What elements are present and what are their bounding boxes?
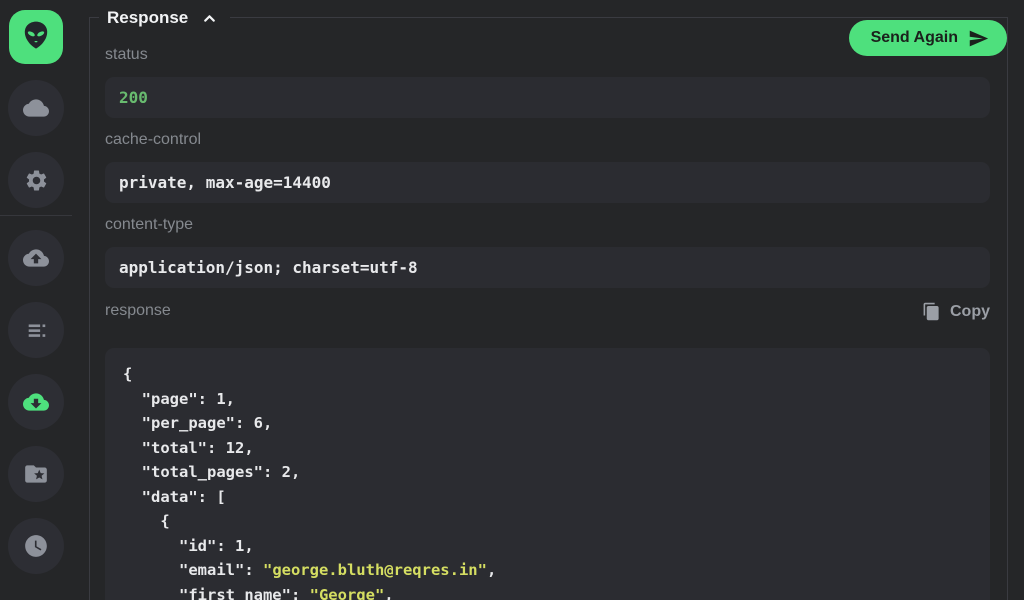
sidebar-item-requests[interactable]: [8, 302, 64, 358]
send-again-label: Send Again: [871, 29, 958, 47]
chevron-up-icon: [201, 10, 218, 27]
sidebar-item-upload[interactable]: [8, 230, 64, 286]
cache-control-value-field[interactable]: private, max-age=14400: [105, 162, 990, 203]
cloud-upload-icon: [23, 245, 49, 271]
clock-icon: [23, 533, 49, 559]
content-type-value-field[interactable]: application/json; charset=utf-8: [105, 247, 990, 288]
send-icon: [968, 28, 989, 49]
copy-icon: [922, 301, 941, 322]
cache-control-value: private, max-age=14400: [119, 173, 331, 192]
cloud-download-icon: [23, 389, 49, 415]
content-type-value: application/json; charset=utf-8: [119, 258, 418, 277]
panel-content: status 200 cache-control private, max-ag…: [90, 18, 1007, 600]
copy-label: Copy: [950, 303, 990, 321]
sidebar-item-collections[interactable]: [8, 446, 64, 502]
response-panel: Response Send Again status 200 cache-con…: [89, 17, 1008, 600]
sidebar: [0, 0, 72, 600]
content-type-label: content-type: [105, 216, 990, 235]
response-row: response Copy: [105, 301, 990, 322]
sidebar-item-download[interactable]: [8, 374, 64, 430]
response-body[interactable]: { "page": 1, "per_page": 6, "total": 12,…: [105, 348, 990, 600]
status-value-field[interactable]: 200: [105, 77, 990, 118]
response-panel-header[interactable]: Response: [99, 5, 230, 31]
copy-button[interactable]: Copy: [922, 301, 990, 322]
gear-icon: [24, 168, 49, 193]
sidebar-item-settings[interactable]: [8, 152, 64, 208]
folder-star-icon: [23, 461, 49, 487]
sidebar-item-history[interactable]: [8, 518, 64, 574]
send-again-button[interactable]: Send Again: [849, 20, 1007, 56]
list-icon: [24, 318, 49, 343]
sidebar-divider: [0, 215, 72, 216]
logo-button[interactable]: [9, 10, 63, 64]
response-label: response: [105, 302, 171, 321]
panel-title-text: Response: [107, 5, 188, 31]
status-value: 200: [119, 88, 148, 107]
cloud-icon: [23, 95, 49, 121]
sidebar-item-cloud[interactable]: [8, 80, 64, 136]
alien-icon: [19, 18, 53, 57]
cache-control-label: cache-control: [105, 131, 990, 150]
